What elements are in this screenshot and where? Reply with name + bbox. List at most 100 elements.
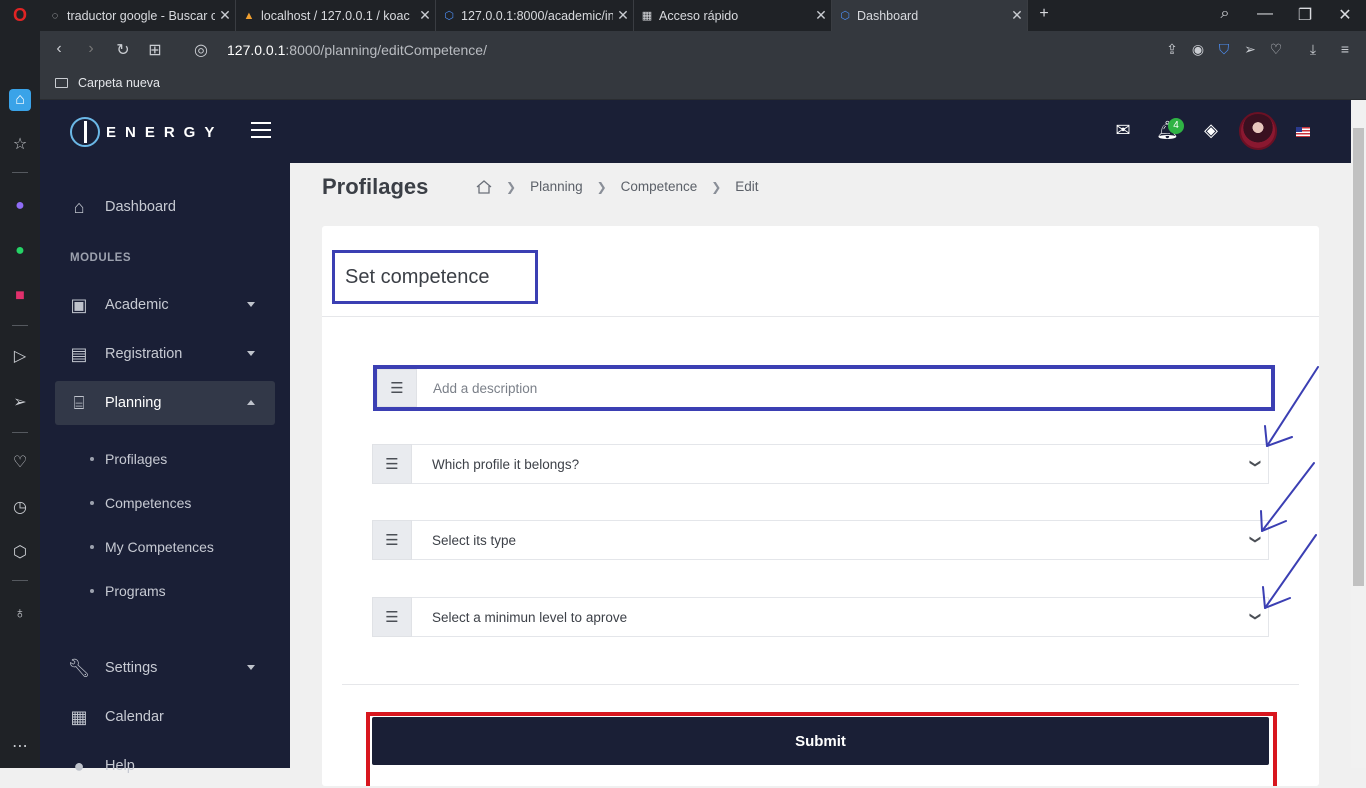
chevron-right-icon: ❯ — [596, 179, 607, 194]
tab-phpmyadmin[interactable]: ▲ localhost / 127.0.0.1 / koac ✕ — [236, 0, 436, 31]
url-field[interactable]: 127.0.0.1:8000/planning/editCompetence/ — [227, 42, 487, 58]
close-tab-icon[interactable]: ✕ — [415, 7, 435, 24]
sidebar-item-settings[interactable]: 🔧︎ Settings — [55, 646, 275, 690]
annotation-arrows — [1260, 366, 1319, 609]
bookmarks-bar: Carpeta nueva — [40, 69, 1366, 100]
caret-down-icon — [247, 351, 255, 356]
home-icon[interactable]: ⌂ — [9, 89, 31, 111]
messenger-icon[interactable]: ● — [9, 195, 31, 217]
back-icon[interactable]: ‹ — [49, 40, 69, 58]
competence-form-card: Set competence ☰ ☰ Which profile it belo… — [322, 226, 1319, 786]
help-icon: ● — [73, 755, 85, 776]
tab-quick-access[interactable]: ▦ Acceso rápido ✕ — [634, 0, 832, 31]
close-window-icon[interactable]: ✕ — [1335, 5, 1355, 25]
sidebar: ⌂ Dashboard MODULES ▣ Academic ▤ Registr… — [40, 163, 290, 776]
tab-google-translate[interactable]: ◌ traductor google - Buscar c ✕ — [42, 0, 236, 31]
list-icon: ☰ — [372, 597, 412, 637]
menu-icon[interactable]: ≡ — [1336, 41, 1354, 57]
sidebar-sub-programs[interactable]: Programs — [90, 583, 166, 599]
player-icon[interactable]: ▷ — [9, 345, 31, 367]
maximize-icon[interactable]: ❐ — [1295, 5, 1315, 25]
close-tab-icon[interactable]: ✕ — [613, 7, 633, 24]
lightbulb-icon[interactable]: ♁ — [9, 603, 31, 625]
page-scrollbar[interactable] — [1351, 100, 1366, 768]
breadcrumb-competence[interactable]: Competence — [621, 179, 698, 194]
heart-icon[interactable]: ♡ — [1267, 41, 1285, 58]
title-highlight-box: Set competence — [332, 250, 538, 304]
tab-dashboard[interactable]: ⬡ Dashboard ✕ — [832, 0, 1028, 31]
page-title: Profilages — [322, 174, 429, 199]
profile-select[interactable]: Which profile it belongs? ❯ — [412, 444, 1269, 484]
camera-icon[interactable]: ◉ — [1189, 41, 1207, 58]
sidebar-item-dashboard[interactable]: ⌂ Dashboard — [55, 185, 275, 229]
site-info-icon[interactable]: ◎ — [191, 40, 211, 60]
close-tab-icon[interactable]: ✕ — [1007, 7, 1027, 24]
arrow-1-shaft-icon — [1266, 366, 1319, 447]
modules-heading: MODULES — [70, 252, 131, 264]
home-icon: ⌂ — [73, 196, 85, 217]
tabs-grid-icon[interactable]: ⊞ — [145, 40, 165, 60]
hamburger-menu-icon[interactable] — [251, 122, 271, 138]
list-icon: ☰ — [372, 444, 412, 484]
card-header: Set competence — [322, 226, 1319, 317]
download-icon[interactable]: ⤓ — [1304, 41, 1322, 58]
main-content: Profilages ❯ Planning ❯ Competence ❯ Edi… — [290, 163, 1351, 786]
level-select[interactable]: Select a minimun level to aprove ❯ — [412, 597, 1269, 637]
notification-badge: 4 — [1168, 118, 1184, 134]
wrench-icon: 🔧︎ — [67, 657, 91, 678]
forward-icon[interactable]: › — [81, 40, 101, 58]
browser-sidebar: O ⌂ ☆ ● ● ■ ▷ ➢ ♡ ◷ ⬡ ♁ ⋯ — [0, 0, 40, 768]
sidebar-item-calendar[interactable]: ▦ Calendar — [55, 695, 275, 739]
close-tab-icon[interactable]: ✕ — [215, 7, 235, 24]
academic-icon: ▣ — [70, 294, 88, 315]
sidebar-item-planning[interactable]: ⌸ Planning — [55, 381, 275, 425]
search-tabs-icon[interactable]: ⌕ — [1215, 5, 1235, 23]
shield-icon[interactable]: ⛉ — [1215, 41, 1233, 58]
caret-down-icon — [247, 302, 255, 307]
new-tab-button[interactable]: + — [1034, 5, 1054, 23]
chevron-right-icon: ❯ — [506, 179, 517, 194]
layers-icon[interactable]: ◈ — [1200, 120, 1222, 141]
more-icon[interactable]: ⋯ — [9, 735, 31, 757]
sidebar-item-academic[interactable]: ▣ Academic — [55, 283, 275, 327]
heart-icon[interactable]: ♡ — [9, 451, 31, 473]
instagram-icon[interactable]: ■ — [9, 285, 31, 307]
app-hex-icon: ⬡ — [840, 10, 850, 22]
home-icon[interactable] — [476, 179, 492, 194]
list-icon: ☰ — [372, 520, 412, 560]
avatar[interactable] — [1239, 112, 1277, 150]
minimize-icon[interactable]: — — [1255, 5, 1275, 23]
us-flag-icon[interactable] — [1296, 127, 1310, 137]
send-icon[interactable]: ➢ — [1241, 41, 1259, 58]
share-icon[interactable]: ⇪ — [1163, 41, 1181, 58]
list-icon: ☰ — [377, 369, 417, 407]
send-icon[interactable]: ➢ — [9, 391, 31, 413]
logo[interactable]: ENERGY — [70, 117, 223, 147]
mail-icon[interactable]: ✉ — [1112, 120, 1134, 141]
reload-icon[interactable]: ↻ — [113, 40, 133, 60]
extensions-icon[interactable]: ⬡ — [9, 541, 31, 563]
calendar-icon: ▦ — [70, 706, 88, 727]
sidebar-item-registration[interactable]: ▤ Registration — [55, 332, 275, 376]
submit-button[interactable]: Submit — [372, 717, 1269, 765]
grid-icon: ▦ — [641, 10, 653, 22]
sidebar-sub-my-competences[interactable]: My Competences — [90, 539, 214, 555]
tab-academic[interactable]: ⬡ 127.0.0.1:8000/academic/in ✕ — [436, 0, 634, 31]
sidebar-item-help[interactable]: ● Help — [55, 744, 275, 788]
caret-up-icon — [247, 400, 255, 405]
scrollbar-thumb[interactable] — [1353, 128, 1364, 586]
type-select[interactable]: Select its type ❯ — [412, 520, 1269, 560]
divider — [342, 684, 1299, 685]
bank-icon: ⌸ — [73, 392, 85, 413]
speed-dial-icon[interactable]: ☆ — [9, 133, 31, 155]
bookmark-folder[interactable]: Carpeta nueva — [55, 76, 160, 90]
description-input[interactable] — [417, 369, 1271, 407]
sidebar-sub-profilages[interactable]: Profilages — [90, 451, 167, 467]
history-icon[interactable]: ◷ — [9, 496, 31, 518]
breadcrumb-planning[interactable]: Planning — [530, 179, 583, 194]
description-field: ☰ — [373, 365, 1275, 411]
opera-logo-icon[interactable]: O — [9, 4, 31, 26]
close-tab-icon[interactable]: ✕ — [811, 7, 831, 24]
sidebar-sub-competences[interactable]: Competences — [90, 495, 191, 511]
whatsapp-icon[interactable]: ● — [9, 240, 31, 262]
